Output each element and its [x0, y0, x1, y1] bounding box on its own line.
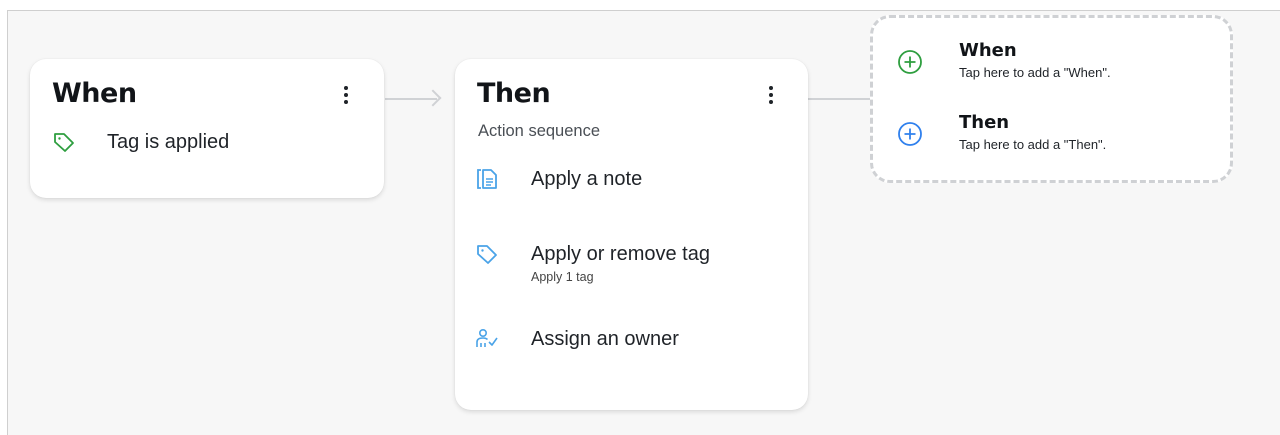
connector-line — [808, 98, 872, 100]
then-card-title: Then — [477, 78, 551, 109]
add-then-title: Then — [959, 112, 1010, 133]
action-item-apply-note[interactable]: Apply a note — [475, 167, 642, 191]
plus-circle-icon — [898, 122, 922, 146]
action-item-apply-remove-tag[interactable]: Apply or remove tag Apply 1 tag — [475, 242, 710, 285]
plus-circle-icon — [898, 50, 922, 74]
add-then-button[interactable]: Then Tap here to add a "Then". — [897, 112, 1106, 153]
action-label: Apply a note — [531, 168, 643, 190]
add-step-box: When Tap here to add a "When". Then Tap … — [870, 15, 1233, 183]
tag-icon — [54, 133, 74, 152]
action-label: Assign an owner — [531, 328, 679, 350]
tag-icon — [477, 245, 497, 264]
kebab-menu-icon[interactable] — [338, 80, 354, 110]
note-icon — [477, 169, 497, 189]
then-card[interactable]: Then Action sequence Apply a note Apply … — [455, 59, 808, 410]
add-when-hint: Tap here to add a "When". — [959, 65, 1111, 80]
add-then-hint: Tap here to add a "Then". — [959, 137, 1107, 152]
action-label: Apply or remove tag — [531, 243, 710, 265]
kebab-menu-icon[interactable] — [763, 80, 779, 110]
assign-owner-icon — [476, 328, 498, 347]
add-when-title: When — [959, 40, 1017, 61]
trigger-label: Tag is applied — [107, 131, 230, 153]
when-card[interactable]: When Tag is applied — [30, 59, 384, 198]
trigger-row[interactable]: Tag is applied — [52, 130, 229, 154]
add-when-button[interactable]: When Tap here to add a "When". — [897, 40, 1111, 81]
action-item-assign-owner[interactable]: Assign an owner — [475, 327, 679, 351]
when-card-title: When — [52, 78, 137, 109]
then-card-subtitle: Action sequence — [478, 122, 601, 140]
action-sub-label: Apply 1 tag — [531, 270, 594, 284]
